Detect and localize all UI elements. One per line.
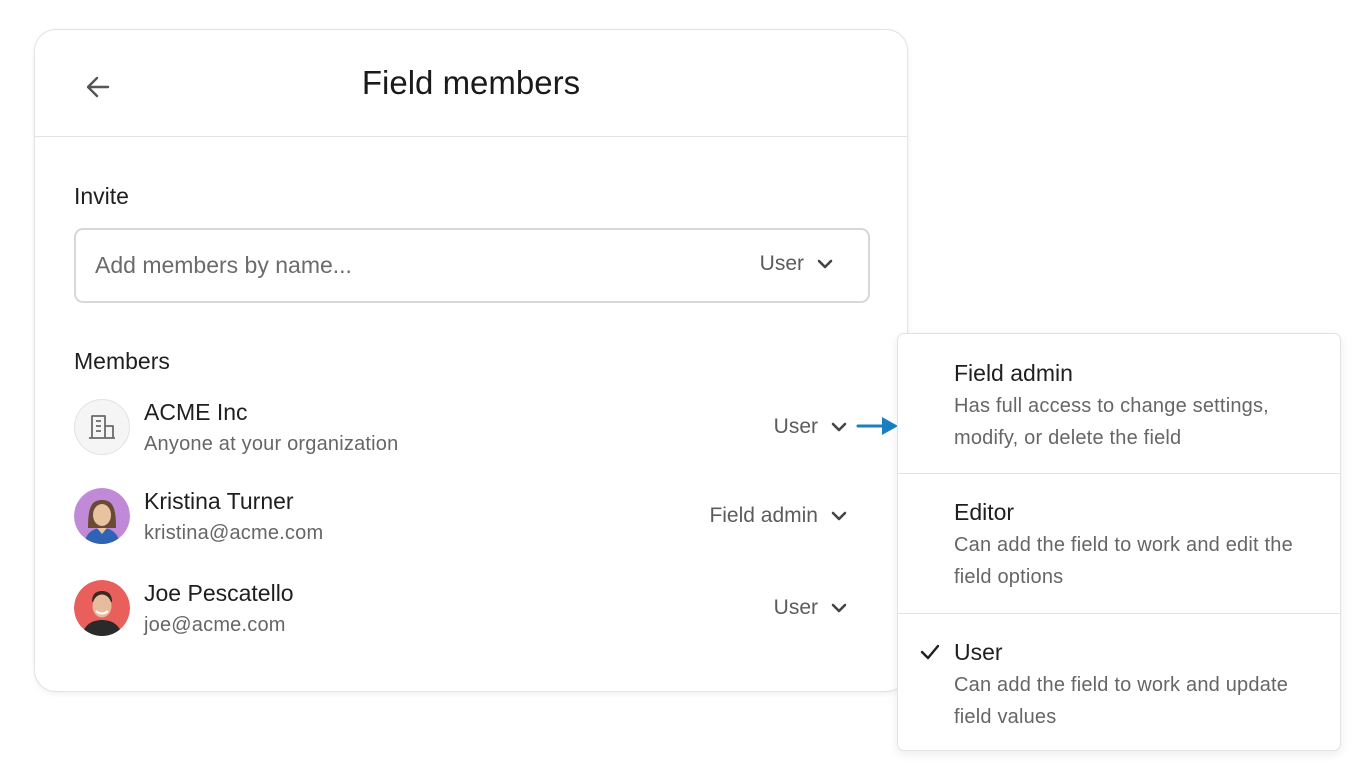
checkmark-icon — [920, 644, 940, 660]
member-subtitle: joe@acme.com — [144, 614, 286, 636]
arrow-right-icon — [856, 417, 898, 435]
member-name: Joe Pescatello — [144, 580, 294, 606]
chevron-down-icon — [831, 603, 847, 613]
invite-field: User — [74, 228, 870, 303]
member-role-select[interactable]: User — [774, 415, 848, 439]
avatar — [74, 580, 130, 636]
member-role-select[interactable]: User — [774, 596, 848, 620]
invite-role-select[interactable]: User — [760, 252, 834, 276]
member-row-joe: Joe Pescatello joe@acme.com User — [74, 580, 864, 640]
member-role-label: User — [773, 415, 818, 438]
invite-role-label: User — [759, 252, 804, 275]
members-label: Members — [74, 348, 170, 374]
member-role-select[interactable]: Field admin — [709, 504, 848, 528]
chevron-down-icon — [817, 259, 833, 269]
avatar — [74, 399, 130, 455]
member-name: ACME Inc — [144, 399, 248, 425]
member-name: Kristina Turner — [144, 488, 294, 514]
role-option-description: Can add the field to work and edit the f… — [954, 534, 1293, 588]
member-row-kristina: Kristina Turner kristina@acme.com Field … — [74, 488, 864, 548]
building-icon — [89, 415, 115, 439]
avatar — [74, 488, 130, 544]
field-members-panel: Field members Invite User Members ACME I… — [34, 29, 908, 692]
member-subtitle: kristina@acme.com — [144, 522, 324, 544]
chevron-down-icon — [831, 422, 847, 432]
member-role-label: User — [773, 596, 818, 619]
role-option-user[interactable]: User Can add the field to work and updat… — [898, 613, 1340, 751]
role-dropdown-menu: Field admin Has full access to change se… — [897, 333, 1341, 751]
invite-label: Invite — [74, 183, 129, 209]
invite-search-input[interactable] — [95, 230, 695, 301]
role-option-description: Has full access to change settings, modi… — [954, 395, 1269, 449]
panel-header: Field members — [35, 30, 907, 137]
role-option-title: User — [954, 639, 1003, 665]
role-option-description: Can add the field to work and update fie… — [954, 674, 1289, 728]
page-title: Field members — [361, 64, 581, 101]
role-option-title: Field admin — [954, 360, 1073, 386]
role-option-title: Editor — [954, 499, 1015, 525]
member-subtitle: Anyone at your organization — [144, 433, 399, 455]
role-option-field-admin[interactable]: Field admin Has full access to change se… — [898, 334, 1340, 473]
member-role-label: Field admin — [709, 504, 818, 527]
member-row-acme: ACME Inc Anyone at your organization Use… — [74, 399, 864, 459]
user-photo-icon — [74, 580, 130, 636]
user-photo-icon — [74, 488, 130, 544]
chevron-down-icon — [831, 511, 847, 521]
role-option-editor[interactable]: Editor Can add the field to work and edi… — [898, 473, 1340, 613]
